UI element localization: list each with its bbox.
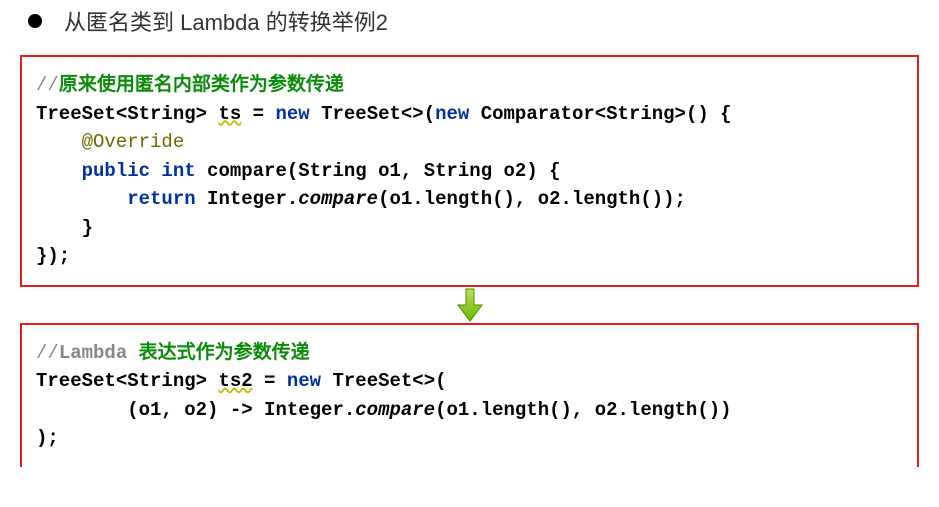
code-text: TreeSet<String> [36,370,218,392]
code-text: (String o1, String o2) { [287,160,561,182]
bullet-icon [28,14,42,28]
code-var: ts2 [218,370,252,392]
code-text: } [82,217,93,239]
code-text: (o1.length(), o2.length()); [378,188,686,210]
code-var: ts [218,103,241,125]
code-line-5: return Integer.compare(o1.length(), o2.l… [36,185,903,214]
comment-text: 原来使用匿名内部类作为参数传递 [59,74,344,96]
keyword-int: int [150,160,196,182]
keyword-new: new [287,370,321,392]
code-text: ); [36,427,59,449]
code-line-4: ); [36,424,903,453]
code-text: TreeSet<>( [321,370,446,392]
space [196,188,207,210]
code-line-3: @Override [36,128,903,157]
code-line-2: TreeSet<String> ts = new TreeSet<>(new C… [36,100,903,129]
arrow-row [8,287,931,323]
page-title: 从匿名类到 Lambda 的转换举例2 [64,5,388,37]
code-text: (o1, o2) -> Integer. [127,399,355,421]
keyword-new: new [275,103,309,125]
code-block-before: //原来使用匿名内部类作为参数传递 TreeSet<String> ts = n… [20,55,919,287]
comment-slashes: // [36,74,59,96]
arrow-down-icon [453,287,487,323]
code-text: Integer. [207,188,298,210]
comment-lambda-label: Lambda [59,342,127,364]
space [196,160,207,182]
code-text: TreeSet<>( [310,103,435,125]
comment-slashes: // [36,342,59,364]
code-line-1: //原来使用匿名内部类作为参数传递 [36,71,903,100]
method-name: compare [207,160,287,182]
code-block-after: //Lambda 表达式作为参数传递 TreeSet<String> ts2 =… [20,323,919,467]
code-text: }); [36,245,70,267]
code-line-4: public int compare(String o1, String o2)… [36,157,903,186]
heading-row: 从匿名类到 Lambda 的转换举例2 [28,5,931,37]
code-line-3: (o1, o2) -> Integer.compare(o1.length(),… [36,396,903,425]
code-line-1: //Lambda 表达式作为参数传递 [36,339,903,368]
keyword-new: new [435,103,469,125]
method-compare: compare [298,188,378,210]
code-text: = [241,103,275,125]
method-compare: compare [355,399,435,421]
annotation-override: @Override [82,131,185,153]
keyword-public: public [82,160,150,182]
code-text: (o1.length(), o2.length()) [435,399,731,421]
comment-text: 表达式作为参数传递 [127,342,309,364]
code-text: TreeSet<String> [36,103,218,125]
code-line-6: } [36,214,903,243]
keyword-return: return [127,188,195,210]
code-text: = [253,370,287,392]
code-line-2: TreeSet<String> ts2 = new TreeSet<>( [36,367,903,396]
code-text: Comparator<String>() { [469,103,731,125]
code-line-7: }); [36,242,903,271]
